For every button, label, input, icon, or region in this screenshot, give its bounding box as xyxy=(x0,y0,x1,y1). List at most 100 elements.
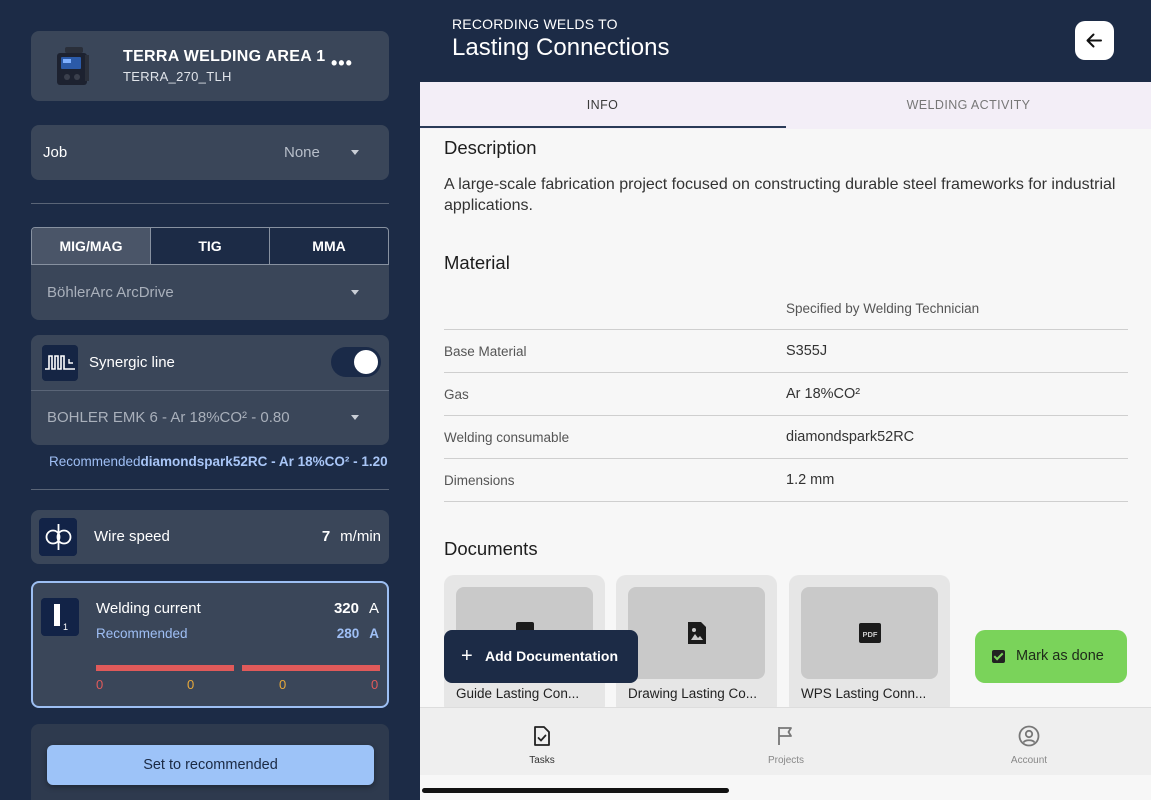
divider xyxy=(31,489,389,490)
header-subtitle: RECORDING WELDS TO xyxy=(452,16,618,32)
flag-icon xyxy=(778,727,792,745)
wire-speed-label: Wire speed xyxy=(94,528,170,545)
document-card[interactable]: PDF WPS Lasting Conn... xyxy=(789,575,950,707)
plus-icon: + xyxy=(461,645,473,667)
info-content: Description A large-scale fabrication pr… xyxy=(420,129,1151,707)
set-to-recommended-button[interactable]: Set to recommended xyxy=(47,745,374,785)
recommended-label: Recommended xyxy=(96,626,188,641)
material-table: Specified by Welding Technician Base Mat… xyxy=(444,287,1128,502)
recommended-current-number: 280 xyxy=(336,626,360,641)
welding-machine-image xyxy=(57,47,89,85)
synergic-card: Synergic line BOHLER EMK 6 - Ar 18%CO² -… xyxy=(31,335,389,445)
table-row: Base Material S355J xyxy=(444,330,1128,373)
synergic-toggle[interactable] xyxy=(331,347,381,377)
recommended-line-value: diamondspark52RC - Ar 18%CO² - 1.20 xyxy=(140,454,388,469)
process-tabs: MIG/MAG TIG MMA xyxy=(31,227,389,265)
divider xyxy=(31,390,389,391)
job-select[interactable]: Job None xyxy=(31,125,389,180)
material-title: Material xyxy=(444,252,510,273)
row-value: diamondspark52RC xyxy=(786,429,915,445)
current-range-bar-right xyxy=(242,665,380,671)
tab-welding-activity[interactable]: WELDING ACTIVITY xyxy=(786,82,1151,129)
row-value: Ar 18%CO² xyxy=(786,386,861,402)
ellipsis-icon[interactable]: ••• xyxy=(331,53,353,74)
checkbox-icon xyxy=(992,650,1005,663)
machine-name: TERRA WELDING AREA 1 xyxy=(123,48,326,65)
job-label: Job xyxy=(43,144,68,161)
wire-speed-icon xyxy=(39,518,77,556)
machine-card[interactable]: TERRA WELDING AREA 1 TERRA_270_TLH ••• xyxy=(31,31,389,101)
job-value: None xyxy=(284,144,320,161)
welding-current-value: 320 A xyxy=(334,600,379,617)
row-key: Dimensions xyxy=(444,473,515,488)
welding-current-unit: A xyxy=(368,600,379,617)
recommended-line-hint: Recommendeddiamondspark52RC - Ar 18%CO² … xyxy=(49,454,388,469)
welding-current-card[interactable]: 1 Welding current 320 A Recommended 280 A … xyxy=(31,581,389,708)
wire-speed-card[interactable]: Wire speed 7 m/min xyxy=(31,510,389,564)
table-row: Welding consumable diamondspark52RC xyxy=(444,416,1128,459)
row-key: Welding consumable xyxy=(444,430,570,445)
pdf-icon: PDF xyxy=(859,623,881,643)
row-key: Base Material xyxy=(444,344,527,359)
home-indicator[interactable] xyxy=(422,788,729,793)
tab-bar: INFO WELDING ACTIVITY xyxy=(420,82,1151,129)
mark-as-done-label: Mark as done xyxy=(1016,648,1104,664)
add-documentation-label: Add Documentation xyxy=(485,648,618,664)
process-select[interactable]: BöhlerArc ArcDrive xyxy=(31,265,389,320)
synergic-label: Synergic line xyxy=(89,354,175,371)
process-select-value: BöhlerArc ArcDrive xyxy=(47,284,174,301)
tab-mma[interactable]: MMA xyxy=(270,228,388,264)
tab-info[interactable]: INFO xyxy=(420,82,785,129)
home-indicator-area xyxy=(420,775,1151,800)
nav-item-tasks[interactable]: Tasks xyxy=(420,708,664,776)
bottom-navigation: Tasks Projects Account xyxy=(420,707,1151,775)
chevron-down-icon xyxy=(351,290,359,295)
task-icon xyxy=(534,726,550,746)
recommended-current-unit: A xyxy=(369,626,379,641)
row-value: 1.2 mm xyxy=(786,472,835,488)
recommended-prefix: Recommended xyxy=(49,454,141,469)
page-title: Lasting Connections xyxy=(452,34,670,61)
synergic-line-select[interactable]: BOHLER EMK 6 - Ar 18%CO² - 0.80 xyxy=(47,409,290,426)
table-header-row: Specified by Welding Technician xyxy=(444,287,1128,330)
nav-item-account[interactable]: Account xyxy=(907,708,1151,776)
table-row: Dimensions 1.2 mm xyxy=(444,459,1128,502)
welding-current-icon: 1 xyxy=(41,598,79,636)
image-file-icon xyxy=(688,622,706,644)
description-text: A large-scale fabrication project focuse… xyxy=(444,176,1116,214)
tab-tig[interactable]: TIG xyxy=(151,228,270,264)
document-thumbnail: PDF xyxy=(801,587,938,679)
mark-as-done-button[interactable]: Mark as done xyxy=(975,630,1127,683)
documents-title: Documents xyxy=(444,538,538,559)
document-name: WPS Lasting Conn... xyxy=(801,686,927,701)
add-documentation-button[interactable]: + Add Documentation xyxy=(444,630,638,683)
table-row: Gas Ar 18%CO² xyxy=(444,373,1128,416)
svg-text:1: 1 xyxy=(63,622,68,632)
welding-current-label: Welding current xyxy=(96,600,201,617)
row-value: S355J xyxy=(786,343,828,359)
description-title: Description xyxy=(444,137,537,158)
machine-id: TERRA_270_TLH xyxy=(123,69,232,84)
synergic-line-icon xyxy=(42,345,78,381)
range-tick-label: 0 xyxy=(96,677,104,692)
project-panel: RECORDING WELDS TO Lasting Connections I… xyxy=(420,0,1151,800)
range-tick-label: 0 xyxy=(371,677,379,692)
document-thumbnail xyxy=(628,587,765,679)
row-key: Gas xyxy=(444,387,469,402)
account-icon xyxy=(1018,725,1040,747)
document-name: Guide Lasting Con... xyxy=(456,686,580,701)
wire-speed-value: 7 m/min xyxy=(322,528,381,545)
nav-label: Projects xyxy=(767,755,805,766)
current-range-bar-left xyxy=(96,665,234,671)
back-button[interactable] xyxy=(1075,21,1114,60)
tab-mig-mag[interactable]: MIG/MAG xyxy=(32,228,151,264)
svg-text:PDF: PDF xyxy=(863,630,878,639)
divider xyxy=(31,203,389,204)
range-tick-label: 0 xyxy=(279,677,287,692)
document-name: Drawing Lasting Co... xyxy=(628,686,758,701)
document-card[interactable]: Drawing Lasting Co... xyxy=(616,575,777,707)
chevron-down-icon xyxy=(351,415,359,420)
nav-item-projects[interactable]: Projects xyxy=(664,708,908,776)
recommended-current-value: 280 A xyxy=(337,626,379,641)
toggle-knob xyxy=(354,350,378,374)
